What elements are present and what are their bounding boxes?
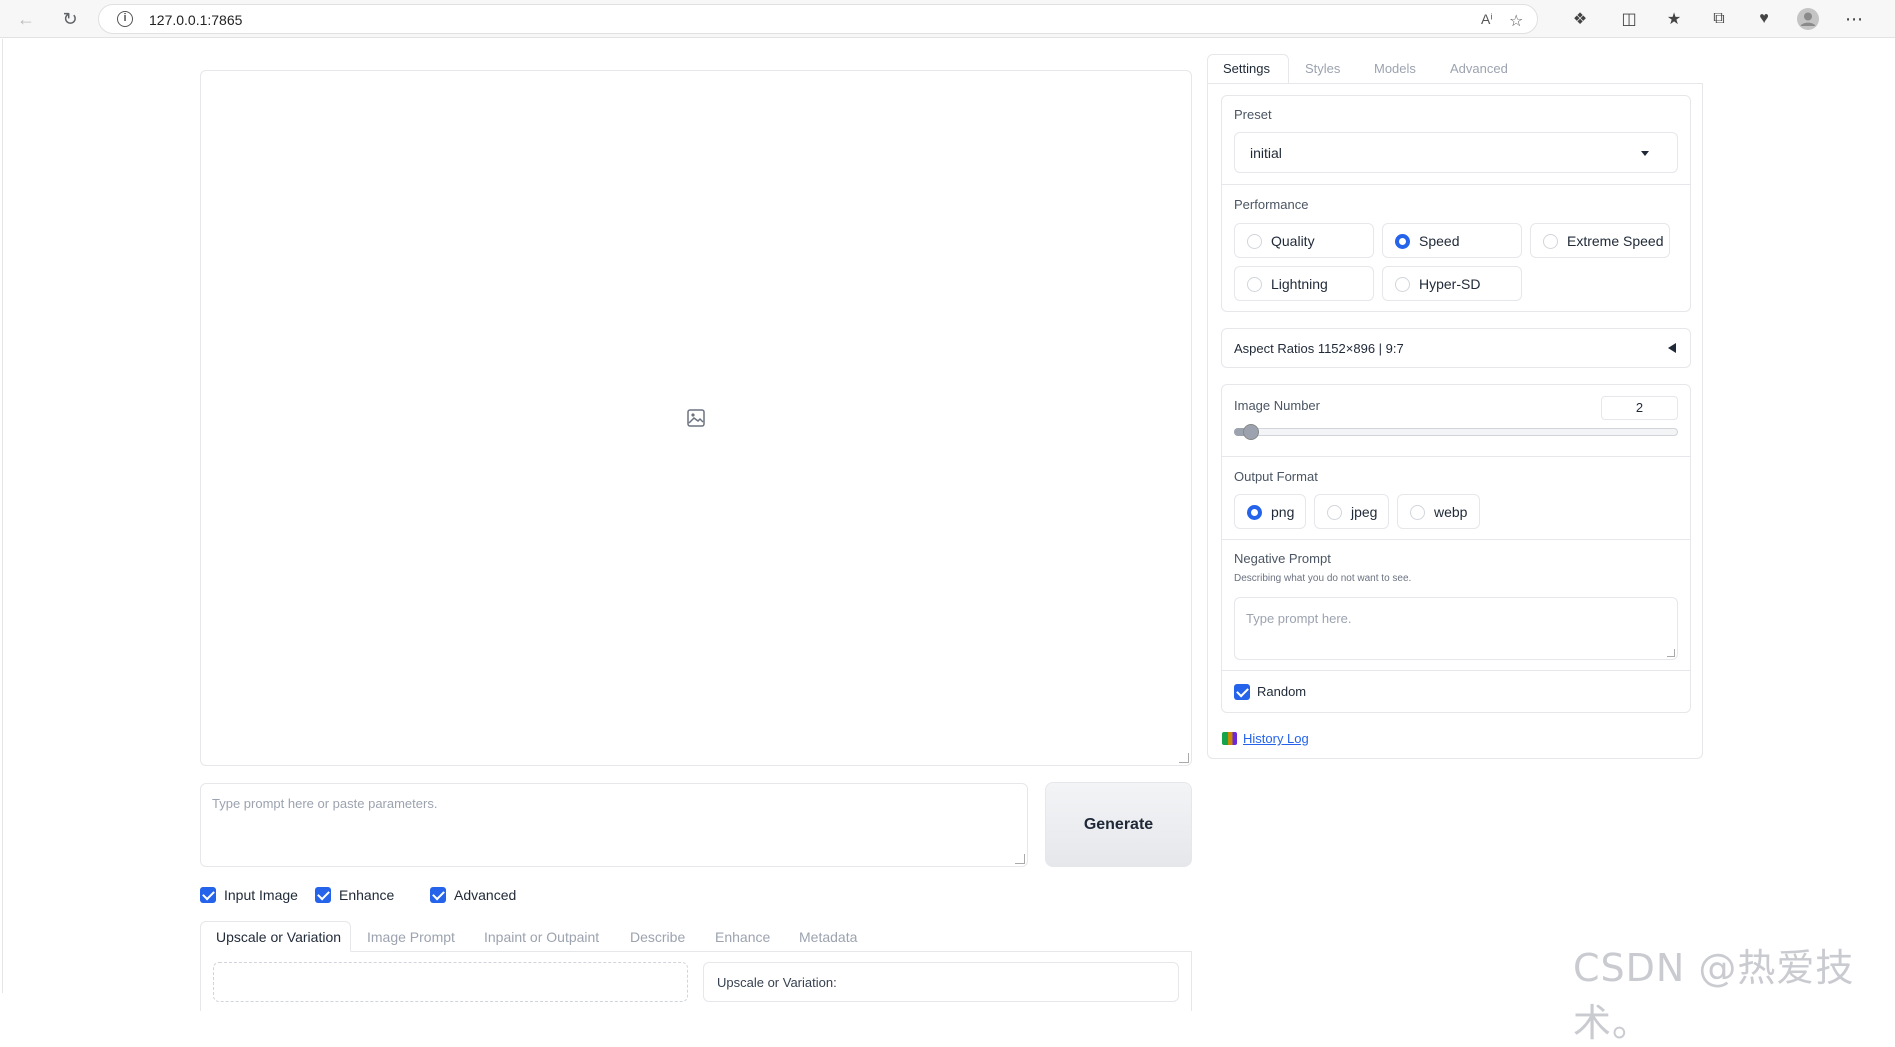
image-number-input[interactable]: 2 <box>1601 396 1678 420</box>
performance-option-label: Hyper-SD <box>1419 276 1481 292</box>
prompt-placeholder: Type prompt here or paste parameters. <box>212 796 438 811</box>
input-image-label[interactable]: Input Image <box>224 887 298 903</box>
divider <box>1222 539 1690 540</box>
favorites-icon[interactable]: ★ <box>1663 8 1685 30</box>
upscale-or-variation-label: Upscale or Variation: <box>717 975 837 990</box>
tab-inpaint-or-outpaint[interactable]: Inpaint or Outpaint <box>484 929 599 945</box>
favorite-star-icon[interactable]: ☆ <box>1509 11 1523 31</box>
image-gallery[interactable] <box>200 70 1192 766</box>
divider <box>1222 456 1690 457</box>
image-number-slider[interactable] <box>1234 428 1678 436</box>
watermark: CSDN @热爱技术。 <box>1573 946 1855 1045</box>
output-format-label: Output Format <box>1234 469 1318 484</box>
upscale-image-dropzone[interactable] <box>213 962 688 1002</box>
resize-handle[interactable] <box>1179 753 1189 763</box>
advanced-label[interactable]: Advanced <box>454 887 516 903</box>
profile-avatar-icon[interactable] <box>1797 8 1819 30</box>
tab-styles[interactable]: Styles <box>1305 61 1340 76</box>
resize-handle[interactable] <box>1015 854 1025 864</box>
divider <box>1222 184 1690 185</box>
preset-label: Preset <box>1234 107 1272 122</box>
output-format-webp-radio[interactable]: webp <box>1397 494 1480 529</box>
upscale-options-box: Upscale or Variation: <box>703 962 1179 1002</box>
tab-image-prompt[interactable]: Image Prompt <box>367 929 455 945</box>
enhance-label[interactable]: Enhance <box>339 887 394 903</box>
enhance-checkbox[interactable] <box>315 887 331 903</box>
radio-dot <box>1543 234 1558 249</box>
performance-option-label: Lightning <box>1271 276 1328 292</box>
address-bar[interactable]: i 127.0.0.1:7865 Aⁱ ☆ <box>98 4 1538 34</box>
history-book-icon <box>1222 732 1237 745</box>
reload-icon[interactable]: ↻ <box>58 7 82 31</box>
performance-extreme-speed-radio[interactable]: Extreme Speed <box>1530 223 1670 258</box>
random-checkbox[interactable] <box>1234 684 1250 700</box>
performance-speed-radio[interactable]: Speed <box>1382 223 1522 258</box>
radio-dot <box>1395 234 1410 249</box>
more-menu-icon[interactable]: ⋯ <box>1843 8 1865 30</box>
browser-essentials-icon[interactable]: ♥ <box>1753 8 1775 30</box>
extensions-icon[interactable]: ❖ <box>1569 8 1591 30</box>
radio-dot <box>1247 234 1262 249</box>
site-info-icon[interactable]: i <box>117 11 133 27</box>
tab-settings[interactable]: Settings <box>1223 61 1270 76</box>
radio-dot <box>1327 505 1342 520</box>
history-log-link[interactable]: History Log <box>1243 731 1309 746</box>
collapse-triangle-icon <box>1668 343 1676 353</box>
divider <box>1222 670 1690 671</box>
performance-option-label: Extreme Speed <box>1567 233 1664 249</box>
image-number-label: Image Number <box>1234 398 1320 413</box>
advanced-checkbox[interactable] <box>430 887 446 903</box>
performance-label: Performance <box>1234 197 1309 212</box>
preset-value: initial <box>1250 145 1282 161</box>
output-format-option-label: png <box>1271 504 1295 520</box>
tab-describe[interactable]: Describe <box>630 929 685 945</box>
collections-icon[interactable]: ⧉ <box>1708 8 1730 30</box>
radio-dot <box>1247 277 1262 292</box>
negative-prompt-label: Negative Prompt <box>1234 551 1331 566</box>
output-format-option-label: jpeg <box>1351 504 1378 520</box>
tab-models[interactable]: Models <box>1374 61 1416 76</box>
performance-hyper-sd-radio[interactable]: Hyper-SD <box>1382 266 1522 301</box>
negative-prompt-input[interactable]: Type prompt here. <box>1234 597 1678 660</box>
split-screen-icon[interactable]: ◫ <box>1618 8 1640 30</box>
output-format-option-label: webp <box>1434 504 1468 520</box>
tab-metadata[interactable]: Metadata <box>799 929 857 945</box>
read-aloud-icon[interactable]: Aⁱ <box>1481 11 1493 28</box>
negative-prompt-hint: Describing what you do not want to see. <box>1234 573 1412 584</box>
aspect-ratios-accordion[interactable]: Aspect Ratios 1152×896 | 9:7 <box>1221 328 1691 368</box>
performance-lightning-radio[interactable]: Lightning <box>1234 266 1374 301</box>
browser-toolbar: ← ↻ i 127.0.0.1:7865 Aⁱ ☆ ❖ ◫ ★ ⧉ ♥ ⋯ <box>0 0 1895 38</box>
performance-option-label: Quality <box>1271 233 1315 249</box>
aspect-ratios-label: Aspect Ratios 1152×896 | 9:7 <box>1234 341 1404 356</box>
radio-dot <box>1410 505 1425 520</box>
tab-upscale-or-variation[interactable]: Upscale or Variation <box>216 929 341 945</box>
radio-dot <box>1247 505 1262 520</box>
random-label[interactable]: Random <box>1257 684 1306 699</box>
performance-option-label: Speed <box>1419 233 1460 249</box>
preset-dropdown[interactable]: initial <box>1234 132 1678 173</box>
output-format-jpeg-radio[interactable]: jpeg <box>1314 494 1389 529</box>
generate-button[interactable]: Generate <box>1045 782 1192 867</box>
negative-prompt-placeholder: Type prompt here. <box>1246 611 1352 626</box>
resize-handle[interactable] <box>1667 649 1675 657</box>
input-image-checkbox[interactable] <box>200 887 216 903</box>
radio-dot <box>1395 277 1410 292</box>
tab-enhance[interactable]: Enhance <box>715 929 770 945</box>
back-icon[interactable]: ← <box>14 7 38 31</box>
url-text: 127.0.0.1:7865 <box>149 12 243 28</box>
chevron-down-icon <box>1641 151 1649 156</box>
prompt-input[interactable]: Type prompt here or paste parameters. <box>200 783 1028 867</box>
tab-advanced[interactable]: Advanced <box>1450 61 1508 76</box>
performance-quality-radio[interactable]: Quality <box>1234 223 1374 258</box>
image-placeholder-icon <box>687 409 705 427</box>
output-format-png-radio[interactable]: png <box>1234 494 1306 529</box>
